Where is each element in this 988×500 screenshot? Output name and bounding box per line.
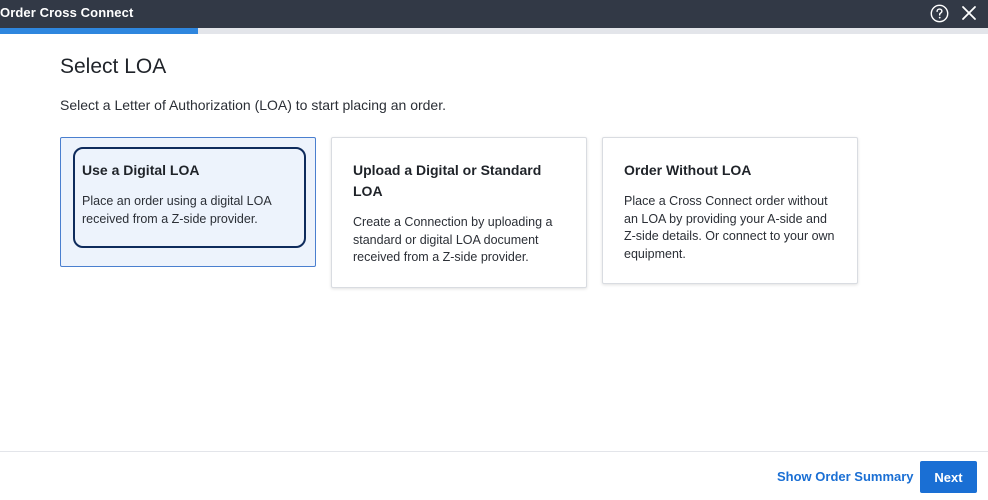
progress-bar [0, 28, 988, 34]
option-card-without-loa[interactable]: Order Without LOA Place a Cross Connect … [602, 137, 858, 284]
option-description: Create a Connection by uploading a stand… [353, 215, 553, 264]
option-description: Place a Cross Connect order without an L… [624, 194, 835, 261]
next-button[interactable]: Next [920, 461, 977, 493]
option-card-digital-loa[interactable]: Use a Digital LOA Place an order using a… [60, 137, 316, 267]
title-bar: Order Cross Connect [0, 0, 988, 28]
option-title: Upload a Digital or Standard LOA [353, 162, 542, 199]
progress-fill [0, 28, 198, 34]
footer-divider [0, 451, 988, 452]
close-icon[interactable] [959, 3, 979, 23]
window-title: Order Cross Connect [0, 5, 134, 20]
option-card-upload-loa[interactable]: Upload a Digital or Standard LOA Create … [331, 137, 587, 288]
option-title: Order Without LOA [624, 162, 752, 178]
option-title: Use a Digital LOA [82, 162, 200, 178]
show-order-summary-button[interactable]: Show Order Summary [777, 469, 914, 484]
page-subtitle: Select a Letter of Authorization (LOA) t… [60, 97, 446, 113]
page-title: Select LOA [60, 55, 167, 78]
help-icon[interactable] [929, 3, 949, 23]
option-description: Place an order using a digital LOA recei… [82, 194, 272, 226]
